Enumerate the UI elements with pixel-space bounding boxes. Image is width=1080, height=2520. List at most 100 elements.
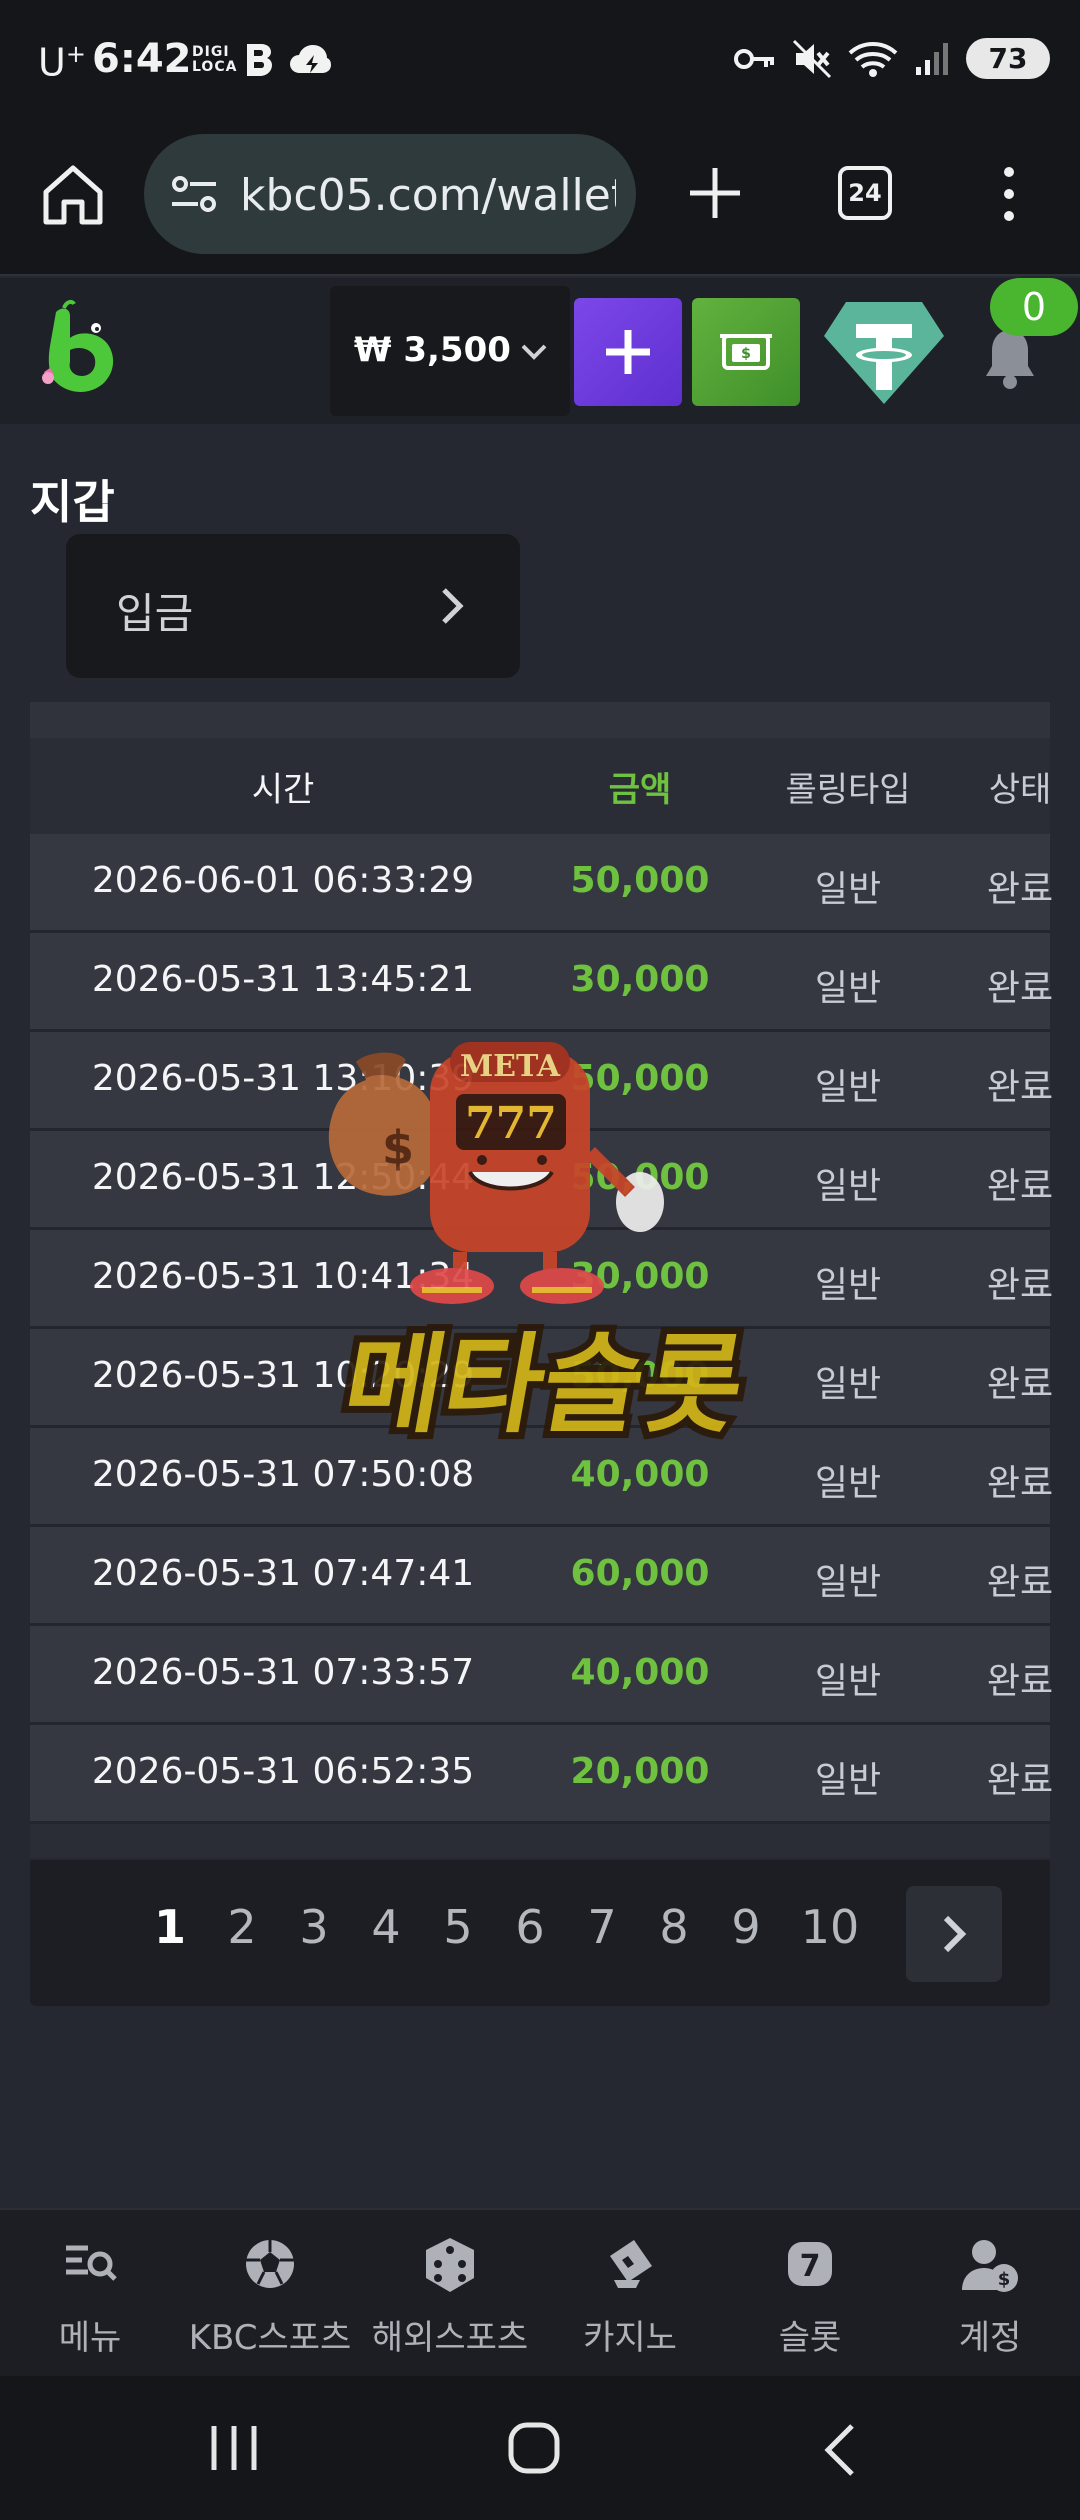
tab-switcher-button[interactable]: 24 [838,166,892,220]
row-time: 2026-05-31 06:52:35 [91,1751,475,1792]
table-top-strip [30,702,1050,738]
cashier-button[interactable]: $ [692,298,800,406]
chevron-right-icon [442,588,464,624]
row-status: 완료 [986,1166,1054,1207]
row-time: 2026-05-31 07:33:57 [91,1652,475,1693]
tether-icon[interactable] [822,298,946,406]
row-status: 완료 [986,1661,1054,1702]
row-amount: 60,000 [570,1553,710,1594]
carrier-label: U+ [38,40,86,85]
row-rolling-type: 일반 [814,1562,882,1603]
menu-search-icon [66,2245,117,2281]
nav-item-3[interactable]: 카지노 [540,2210,720,2378]
browser-toolbar: kbc05.com/wallet 24 [0,124,1080,276]
table-row: 2026-05-31 06:52:35 20,000 일반 완료 [30,1725,1053,1824]
column-header-amount: 금액 [608,770,672,810]
svg-text:$: $ [998,2269,1011,2290]
overflow-menu-icon[interactable] [994,164,1024,224]
row-amount: 40,000 [570,1652,710,1693]
table-header: 시간 금액 롤링타입 상태 [30,738,1052,834]
page-1-link[interactable]: 1 [134,1900,206,1954]
cards-icon [610,2240,652,2288]
next-page-button[interactable] [906,1886,1002,1982]
watermark-777-text: 777 [465,1098,557,1149]
row-status: 완료 [986,1265,1054,1306]
row-status: 완료 [986,1463,1054,1504]
nav-item-1[interactable]: KBC스포츠 [180,2210,360,2378]
nav-item-2[interactable]: 해외스포츠 [360,2210,540,2378]
page-6-link[interactable]: 6 [494,1900,566,1954]
row-status: 완료 [986,869,1054,910]
new-tab-icon[interactable] [684,162,746,224]
cash-register-icon: $ [720,334,772,370]
address-bar[interactable]: kbc05.com/wallet [144,134,636,254]
deposit-plus-button[interactable] [574,298,682,406]
svg-text:$: $ [382,1121,414,1175]
notification-badge: 0 [990,278,1078,336]
page-3-link[interactable]: 3 [278,1900,350,1954]
page-9-link[interactable]: 9 [710,1900,782,1954]
page-4-link[interactable]: 4 [350,1900,422,1954]
wallet-tab-selector[interactable]: 입금 [66,534,520,678]
table-row: 2026-05-31 07:33:57 40,000 일반 완료 [30,1626,1053,1725]
svg-text:$: $ [741,346,751,362]
site-header: ₩ 3,500 $ 0 [0,278,1080,424]
balance-amount: ₩ 3,500 [354,330,511,370]
digiloca-icon: DIGI LOCA [192,44,238,75]
status-app-icons: DIGI LOCA [192,42,332,78]
row-amount: 30,000 [570,959,710,1000]
url-text[interactable]: kbc05.com/wallet [240,170,616,221]
site-settings-icon[interactable] [170,174,218,214]
soccer-ball-icon [246,2240,294,2288]
signal-icon [916,42,948,75]
status-right-icons: 73 [734,38,1050,79]
b-app-icon [247,44,272,76]
cloud-app-icon [290,45,331,73]
row-amount: 50,000 [570,860,710,901]
home-icon[interactable] [40,162,106,228]
page-10-link[interactable]: 10 [782,1900,878,1954]
site-logo[interactable] [34,298,130,404]
page-number-list: 1 2 3 4 5 6 7 8 9 10 [134,1900,878,1954]
page-5-link[interactable]: 5 [422,1900,494,1954]
row-rolling-type: 일반 [814,968,882,1009]
pagination: 1 2 3 4 5 6 7 8 9 10 [30,1860,1050,2006]
chevron-down-icon [521,344,547,360]
balance-dropdown[interactable]: ₩ 3,500 [330,286,570,416]
row-status: 완료 [986,1067,1054,1108]
row-status: 완료 [986,968,1054,1009]
status-time: 6:42 [92,36,192,82]
key-icon [734,48,774,69]
watermark-meta-text: META [460,1049,561,1084]
tab-deposit-label: 입금 [116,589,194,638]
row-time: 2026-05-31 13:45:21 [91,959,475,1000]
page-2-link[interactable]: 2 [206,1900,278,1954]
nav-label: 계정 [958,2318,1022,2358]
slot-seven-icon: 7 [788,2242,832,2286]
android-navigation-bar [0,2376,1080,2520]
table-row: 2026-05-31 07:47:41 60,000 일반 완료 [30,1527,1053,1626]
column-header-time: 시간 [251,770,315,810]
row-amount: 20,000 [570,1751,710,1792]
row-rolling-type: 일반 [814,1661,882,1702]
status-bar: U+ 6:42 DIGI LOCA 73 [0,0,1080,124]
row-status: 완료 [986,1562,1054,1603]
recent-apps-icon[interactable] [206,2422,262,2474]
meta-slot-watermark: $ META 777 메타슬롯 메타슬롯 [327,1042,761,1455]
table-row: 2026-05-31 13:45:21 30,000 일반 완료 [30,933,1053,1032]
row-rolling-type: 일반 [814,1760,882,1801]
nav-item-4[interactable]: 7 슬롯 [720,2210,900,2378]
chevron-right-icon [943,1915,967,1953]
nav-item-5[interactable]: $ 계정 [900,2210,1080,2378]
row-time: 2026-05-31 07:47:41 [91,1553,475,1594]
page-7-link[interactable]: 7 [566,1900,638,1954]
row-rolling-type: 일반 [814,869,882,910]
home-nav-icon[interactable] [506,2420,562,2476]
page-8-link[interactable]: 8 [638,1900,710,1954]
svg-text:7: 7 [800,2249,821,2284]
back-nav-icon[interactable] [818,2422,862,2478]
table-row: 2026-06-01 06:33:29 50,000 일반 완료 [30,834,1053,933]
nav-item-0[interactable]: 메뉴 [0,2210,180,2378]
account-icon: $ [962,2240,1018,2292]
mute-icon [792,39,832,78]
